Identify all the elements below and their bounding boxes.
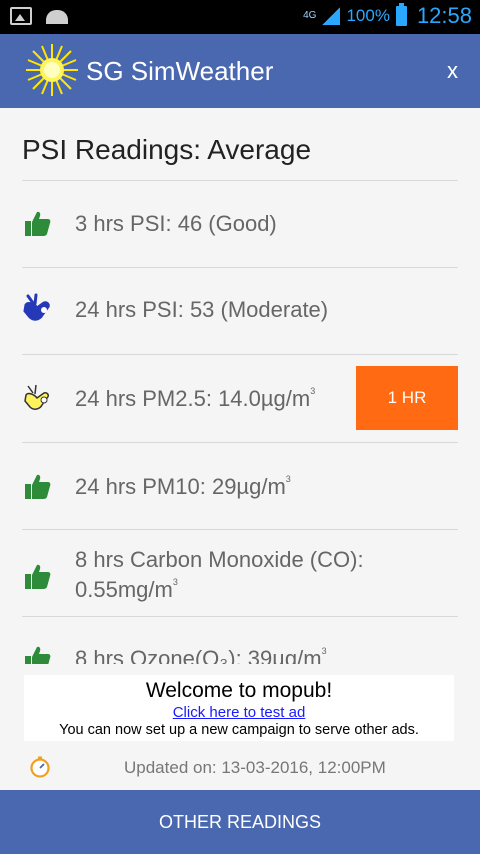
- divider: [22, 442, 458, 443]
- reading-text: 24 hrs PM10: 29µg/m3: [75, 474, 291, 499]
- reading-text: 24 hrs PM2.5: 14.0µg/m3: [75, 386, 316, 411]
- ad-description: You can now set up a new campaign to ser…: [59, 722, 419, 738]
- battery-percent: 100%: [346, 6, 390, 25]
- reading-text: 3 hrs PSI: 46 (Good): [75, 211, 277, 236]
- updated-timestamp: Updated on: 13-03-2016, 12:00PM: [124, 758, 386, 777]
- divider: [22, 267, 458, 268]
- android-notification-icon: [46, 10, 68, 24]
- one-hour-button[interactable]: 1 HR: [356, 366, 458, 430]
- reading-text: 8 hrs Carbon Monoxide (CO): 0.55mg/m3: [75, 547, 364, 602]
- other-readings-button[interactable]: OTHER READINGS: [0, 790, 480, 854]
- ad-test-link[interactable]: Click here to test ad: [24, 704, 454, 721]
- thumbs-up-icon: [25, 474, 51, 499]
- network-type: 4G: [303, 10, 317, 21]
- readings-panel: PSI Readings: Average 3 hrs PSI: 46 (Goo…: [0, 108, 480, 664]
- signal-icon: [322, 7, 341, 25]
- reading-text: 24 hrs PSI: 53 (Moderate): [75, 297, 329, 322]
- divider: [22, 354, 458, 355]
- image-notification-icon: [10, 7, 32, 25]
- sun-icon: [26, 44, 78, 96]
- ok-hand-icon: [23, 293, 50, 321]
- updated-info: Updated on: 13-03-2016, 12:00PM: [0, 756, 480, 782]
- reading-text: 8 hrs Ozone(O₃): 39µg/m3: [75, 646, 327, 664]
- page-title: PSI Readings: Average: [22, 134, 312, 165]
- app-bar: SG SimWeather x: [0, 34, 480, 108]
- thumbs-up-icon: [25, 564, 51, 589]
- status-bar: 4G 100% 12:58: [0, 0, 480, 34]
- ad-title: Welcome to mopub!: [145, 679, 333, 702]
- divider: [22, 529, 458, 530]
- battery-icon: [395, 3, 407, 26]
- ad-banner[interactable]: Welcome to mopub! Click here to test ad …: [24, 675, 454, 741]
- clock: 12:58: [416, 3, 472, 28]
- divider: [22, 616, 458, 617]
- close-button[interactable]: x: [447, 58, 458, 84]
- divider: [22, 180, 458, 181]
- stopwatch-icon: [30, 756, 50, 778]
- thumbs-up-icon: [25, 646, 51, 664]
- ok-hand-icon: [24, 384, 49, 410]
- app-title: SG SimWeather: [86, 56, 274, 86]
- thumbs-up-icon: [25, 211, 51, 236]
